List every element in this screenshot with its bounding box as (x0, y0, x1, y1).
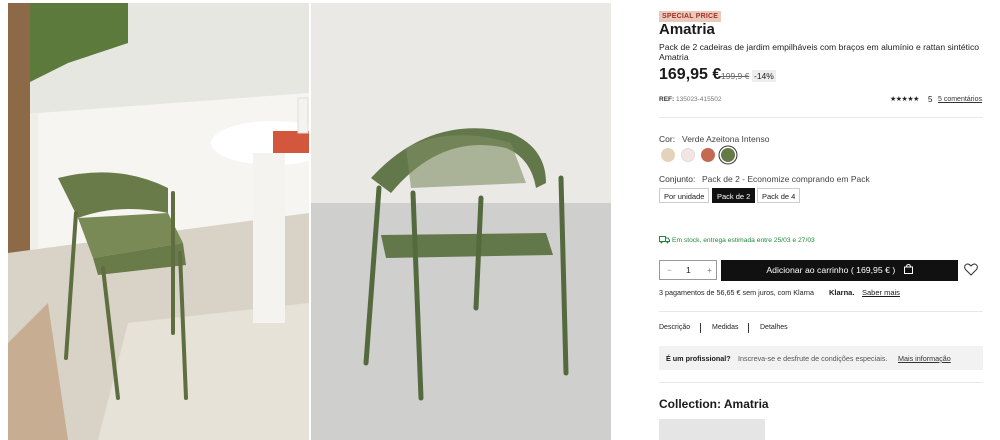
swatch-beige[interactable] (661, 148, 675, 162)
stock-status: Em stock, entrega estimada entre 25/03 e… (659, 236, 815, 244)
rating-value: 5 (928, 95, 933, 104)
quantity-stepper[interactable]: − 1 + (659, 260, 717, 280)
tab-detalhes[interactable]: Detalhes (760, 324, 788, 331)
pack-option-unit[interactable]: Por unidade (659, 188, 710, 203)
swatch-olive-green[interactable] (721, 148, 735, 162)
reviews-link[interactable]: 5 comentários (938, 96, 982, 103)
qty-minus-button[interactable]: − (667, 265, 672, 275)
set-label: Conjunto: (659, 174, 696, 184)
lifestyle-photo[interactable] (8, 3, 309, 440)
swatch-cream[interactable] (681, 148, 695, 162)
tab-separator (700, 323, 701, 333)
studio-photo[interactable] (311, 3, 611, 440)
bag-icon (903, 263, 913, 274)
set-value: Pack de 2 - Economize comprando em Pack (702, 174, 870, 184)
truck-icon (659, 236, 670, 244)
pro-more-info-link[interactable]: Mais informação (898, 354, 951, 363)
qty-plus-button[interactable]: + (707, 265, 712, 275)
klarna-logo: Klarna. (829, 288, 855, 297)
pack-option-4[interactable]: Pack de 4 (757, 188, 801, 203)
rating-stars-icon: ★★★★★ (890, 96, 919, 103)
old-price: 199,9 € (721, 71, 750, 81)
current-price: 169,95 € (659, 66, 722, 83)
collection-title: Collection: Amatria (659, 397, 769, 411)
pro-description: Inscreva-se e desfrute de condições espe… (738, 354, 888, 363)
color-label: Cor: (659, 134, 676, 144)
color-value: Verde Azeitona Intenso (682, 134, 770, 144)
divider (659, 382, 983, 383)
product-panel: SPECIAL PRICE Amatria Pack de 2 cadeiras… (659, 0, 983, 440)
tab-separator (748, 323, 749, 333)
wishlist-heart-icon[interactable] (964, 263, 978, 276)
pack-option-2[interactable]: Pack de 2 (712, 188, 756, 203)
qty-value: 1 (686, 265, 691, 275)
product-title: Amatria (659, 21, 715, 38)
tab-descricao[interactable]: Descrição (659, 324, 690, 331)
discount-badge: -14% (752, 70, 776, 82)
collection-thumbnail[interactable] (659, 419, 765, 440)
klarna-installments: 3 pagamentos de 56,65 € sem juros, com K… (659, 288, 815, 297)
divider (659, 117, 983, 118)
swatch-terracotta[interactable] (701, 148, 715, 162)
product-subtitle: Pack de 2 cadeiras de jardim empilháveis… (659, 42, 980, 62)
tab-medidas[interactable]: Medidas (712, 324, 738, 331)
pro-question: É um profissional? (666, 354, 731, 363)
professional-banner: É um profissional? Inscreva-se e desfrut… (659, 346, 983, 370)
saber-mais-link[interactable]: Saber mais (862, 288, 900, 297)
add-to-cart-button[interactable]: Adicionar ao carrinho ( 169,95 € ) (721, 260, 958, 281)
product-ref: REF: 135023-415502 (659, 96, 722, 103)
divider (659, 311, 983, 312)
